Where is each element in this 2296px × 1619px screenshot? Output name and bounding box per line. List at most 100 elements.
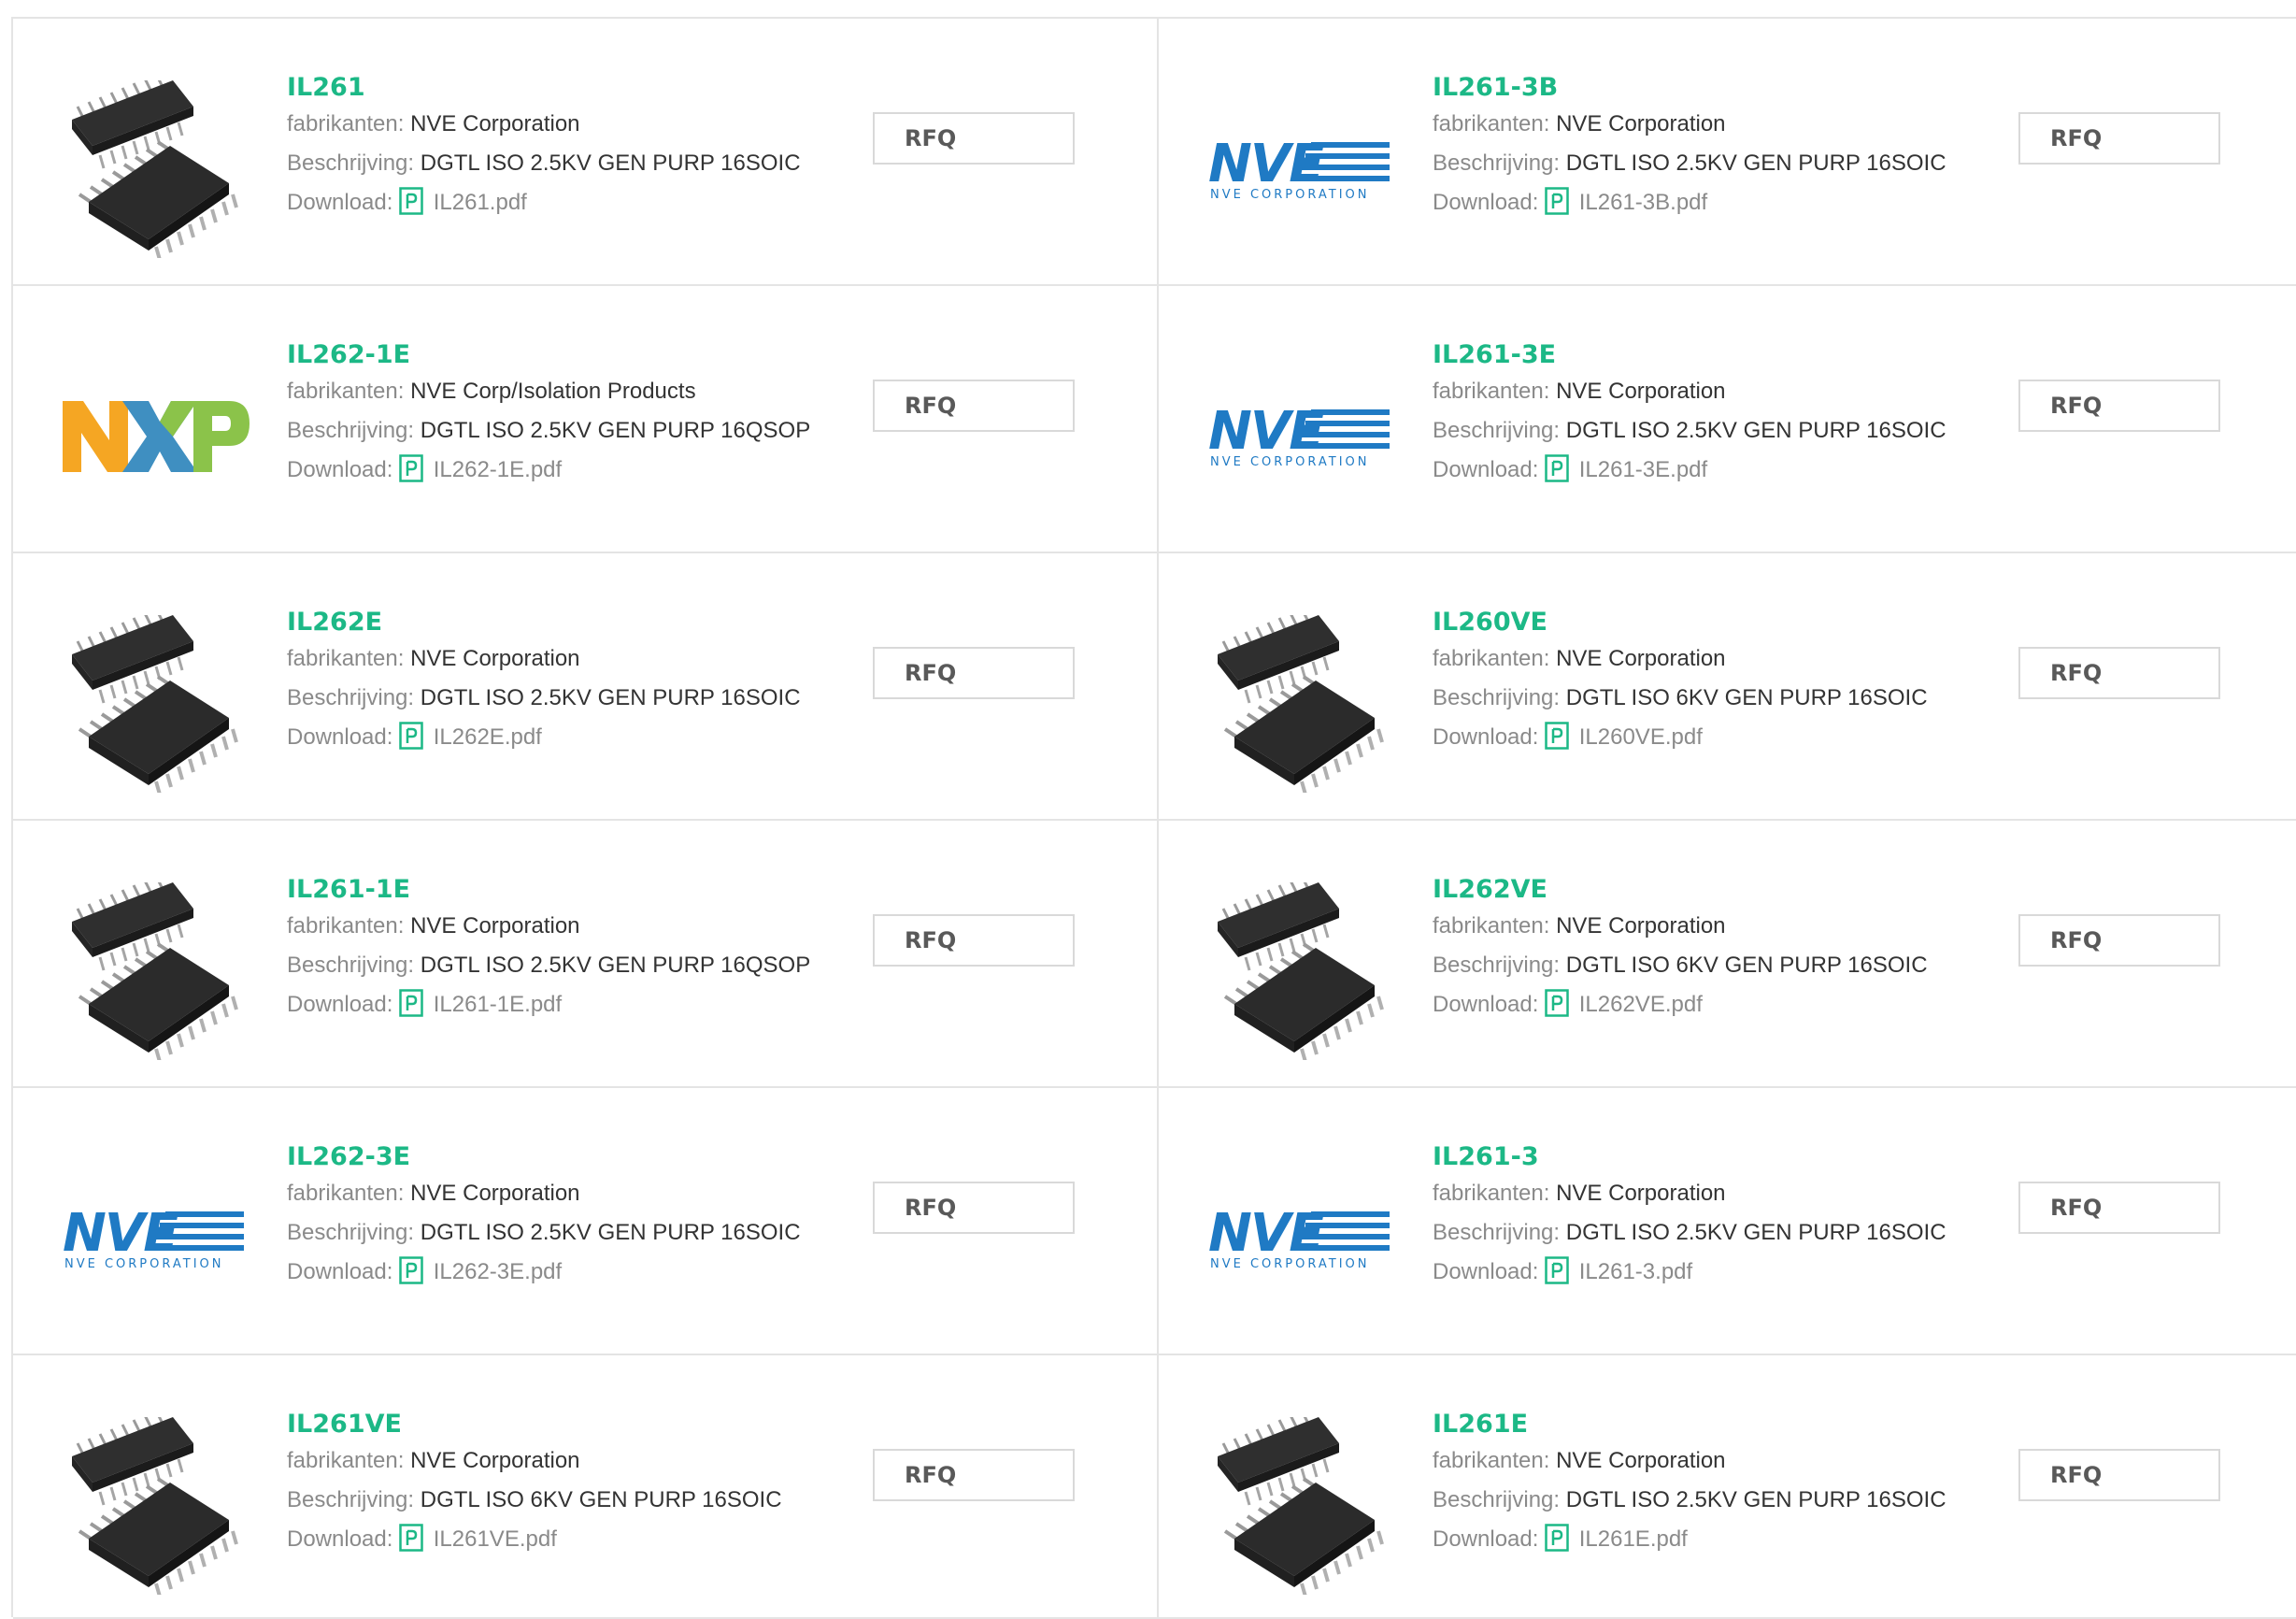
rfq-button[interactable]: RFQ: [873, 647, 1075, 699]
product-name-link[interactable]: IL262-1E: [287, 338, 810, 372]
description-row: Beschrijving: DGTL ISO 2.5KV GEN PURP 16…: [287, 144, 801, 183]
pdf-icon[interactable]: [399, 454, 423, 482]
product-image[interactable]: [55, 606, 256, 802]
pdf-file-link[interactable]: IL261E.pdf: [1579, 1526, 1688, 1552]
rfq-button[interactable]: RFQ: [873, 380, 1075, 432]
product-image[interactable]: NVE NVE CORPORATION: [1201, 338, 1402, 535]
ic-chip-image: [71, 882, 238, 1060]
pdf-file-link[interactable]: IL262VE.pdf: [1579, 992, 1703, 1017]
product-info: IL261E fabrikanten: NVE Corporation Besc…: [1433, 1408, 1947, 1559]
product-image[interactable]: [55, 873, 256, 1069]
description-value: DGTL ISO 2.5KV GEN PURP 16QSOP: [420, 953, 811, 978]
product-name-link[interactable]: IL261E: [1433, 1408, 1947, 1441]
pdf-file-link[interactable]: IL261-3B.pdf: [1579, 190, 1707, 215]
manufacturer-label: fabrikanten:: [287, 379, 405, 404]
rfq-button[interactable]: RFQ: [873, 112, 1075, 165]
pdf-icon[interactable]: [1545, 187, 1569, 215]
product-name-link[interactable]: IL261-3: [1433, 1140, 1947, 1174]
product-info: IL261 fabrikanten: NVE Corporation Besch…: [287, 71, 801, 222]
product-image[interactable]: [55, 71, 256, 267]
pdf-file-link[interactable]: IL261-3.pdf: [1579, 1259, 1692, 1284]
download-row: Download: IL261.pdf: [287, 183, 801, 222]
product-image[interactable]: NVE NVE CORPORATION: [1201, 1140, 1402, 1337]
description-row: Beschrijving: DGTL ISO 2.5KV GEN PURP 16…: [1433, 411, 1947, 451]
product-image[interactable]: [55, 338, 256, 535]
description-value: DGTL ISO 2.5KV GEN PURP 16SOIC: [1565, 1487, 1947, 1512]
product-name-link[interactable]: IL261-3B: [1433, 71, 1947, 105]
product-info: IL261-3E fabrikanten: NVE Corporation Be…: [1433, 338, 1947, 490]
pdf-icon[interactable]: [1545, 454, 1569, 482]
rfq-button[interactable]: RFQ: [2018, 112, 2220, 165]
pdf-icon[interactable]: [1545, 1524, 1569, 1552]
manufacturer-row: fabrikanten: NVE Corp/Isolation Products: [287, 372, 810, 411]
manufacturer-row: fabrikanten: NVE Corporation: [287, 907, 810, 946]
manufacturer-row: fabrikanten: NVE Corporation: [287, 639, 801, 679]
manufacturer-row: fabrikanten: NVE Corporation: [287, 1174, 801, 1213]
ic-chip-image: [1217, 882, 1384, 1060]
product-image[interactable]: [1201, 873, 1402, 1069]
rfq-button[interactable]: RFQ: [2018, 380, 2220, 432]
pdf-file-link[interactable]: IL261-3E.pdf: [1579, 457, 1707, 482]
pdf-file-link[interactable]: IL261VE.pdf: [434, 1526, 557, 1552]
pdf-file-link[interactable]: IL262-1E.pdf: [434, 457, 562, 482]
manufacturer-value: NVE Corporation: [1556, 1181, 1726, 1206]
product-name-link[interactable]: IL261VE: [287, 1408, 782, 1441]
manufacturer-value: NVE Corp/Isolation Products: [410, 379, 696, 404]
description-label: Beschrijving:: [287, 953, 415, 978]
rfq-button[interactable]: RFQ: [2018, 1449, 2220, 1501]
manufacturer-row: fabrikanten: NVE Corporation: [287, 105, 801, 144]
ic-chip-image: [1217, 615, 1384, 793]
product-card-il260ve: IL260VE fabrikanten: NVE Corporation Bes…: [1159, 553, 2296, 821]
product-name-link[interactable]: IL261: [287, 71, 801, 105]
product-card-il261-3b: NVE NVE CORPORATION IL261-3B fabrikanten…: [1159, 19, 2296, 286]
product-image[interactable]: NVE NVE CORPORATION: [1201, 71, 1402, 267]
ic-chip-image: [71, 80, 238, 258]
pdf-file-link[interactable]: IL260VE.pdf: [1579, 724, 1703, 750]
manufacturer-row: fabrikanten: NVE Corporation: [1433, 1441, 1947, 1481]
pdf-icon[interactable]: [399, 187, 423, 215]
pdf-file-link[interactable]: IL261.pdf: [434, 190, 527, 215]
download-label: Download:: [1433, 724, 1539, 750]
download-row: Download: IL262-1E.pdf: [287, 451, 810, 490]
product-image[interactable]: NVE NVE CORPORATION: [55, 1140, 256, 1337]
product-name-link[interactable]: IL260VE: [1433, 606, 1928, 639]
pdf-icon[interactable]: [1545, 989, 1569, 1017]
product-name-link[interactable]: IL262-3E: [287, 1140, 801, 1174]
description-label: Beschrijving:: [1433, 953, 1561, 978]
manufacturer-label: fabrikanten:: [287, 1181, 405, 1206]
pdf-icon[interactable]: [1545, 722, 1569, 750]
pdf-icon[interactable]: [399, 1256, 423, 1284]
product-name-link[interactable]: IL262VE: [1433, 873, 1928, 907]
rfq-button[interactable]: RFQ: [2018, 914, 2220, 967]
manufacturer-value: NVE Corporation: [410, 913, 580, 938]
rfq-button[interactable]: RFQ: [873, 1449, 1075, 1501]
rfq-button[interactable]: RFQ: [2018, 1182, 2220, 1234]
manufacturer-label: fabrikanten:: [287, 646, 405, 671]
product-name-link[interactable]: IL262E: [287, 606, 801, 639]
pdf-file-link[interactable]: IL261-1E.pdf: [434, 992, 562, 1017]
product-image[interactable]: [55, 1408, 256, 1604]
product-image[interactable]: [1201, 1408, 1402, 1604]
description-row: Beschrijving: DGTL ISO 2.5KV GEN PURP 16…: [1433, 1481, 1947, 1520]
pdf-icon[interactable]: [399, 1524, 423, 1552]
product-image[interactable]: [1201, 606, 1402, 802]
manufacturer-label: fabrikanten:: [1433, 913, 1550, 938]
rfq-button[interactable]: RFQ: [873, 1182, 1075, 1234]
product-card-il261ve: IL261VE fabrikanten: NVE Corporation Bes…: [13, 1355, 1159, 1619]
pdf-icon[interactable]: [1545, 1256, 1569, 1284]
download-label: Download:: [287, 992, 393, 1017]
product-name-link[interactable]: IL261-3E: [1433, 338, 1947, 372]
description-value: DGTL ISO 6KV GEN PURP 16SOIC: [420, 1487, 782, 1512]
product-card-il262-1e: IL262-1E fabrikanten: NVE Corp/Isolation…: [13, 286, 1159, 553]
pdf-file-link[interactable]: IL262-3E.pdf: [434, 1259, 562, 1284]
pdf-icon[interactable]: [399, 722, 423, 750]
product-name-link[interactable]: IL261-1E: [287, 873, 810, 907]
pdf-icon[interactable]: [399, 989, 423, 1017]
manufacturer-value: NVE Corporation: [410, 1181, 580, 1206]
manufacturer-value: NVE Corporation: [410, 1448, 580, 1473]
rfq-button[interactable]: RFQ: [873, 914, 1075, 967]
description-value: DGTL ISO 6KV GEN PURP 16SOIC: [1565, 953, 1928, 978]
rfq-button[interactable]: RFQ: [2018, 647, 2220, 699]
nve-logo-subtext: NVE CORPORATION: [64, 1257, 224, 1271]
pdf-file-link[interactable]: IL262E.pdf: [434, 724, 542, 750]
